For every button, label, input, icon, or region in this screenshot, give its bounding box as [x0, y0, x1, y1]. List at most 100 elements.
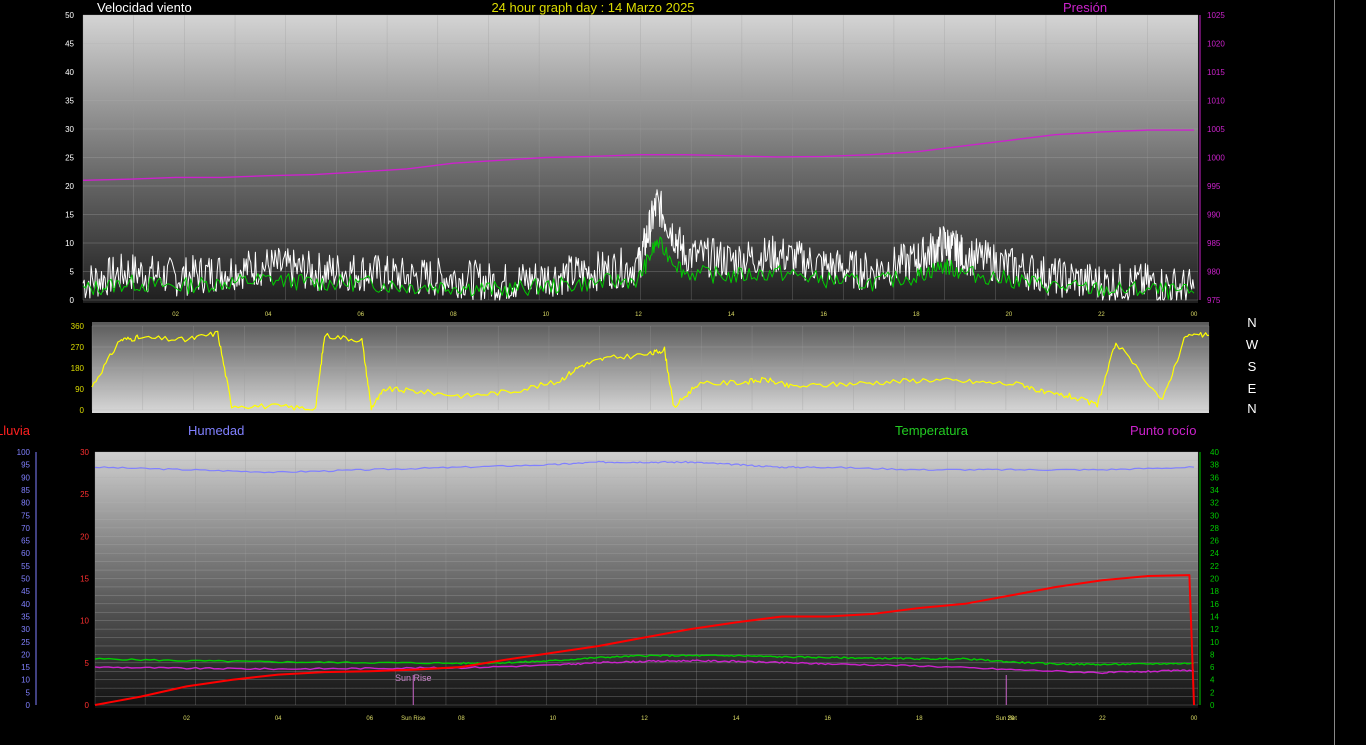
wind-direction-tick: 360: [71, 322, 85, 331]
dewpoint-label: Punto rocío: [1130, 423, 1197, 438]
x-tick: 22: [1099, 716, 1106, 722]
temperature-tick: 28: [1210, 524, 1219, 533]
wind-direction-tick: 0: [80, 406, 85, 415]
x-tick: 10: [550, 716, 557, 722]
x-tick: 14: [728, 312, 735, 318]
pressure-tick: 980: [1207, 268, 1221, 277]
x-tick: 22: [1098, 312, 1105, 318]
wind-speed-tick: 20: [65, 182, 74, 191]
wind-speed-tick: 40: [65, 68, 74, 77]
x-tick: 08: [450, 312, 457, 318]
sunrise-axis-label: Sun Rise: [401, 716, 426, 722]
humidity-tick: 65: [21, 537, 30, 546]
rain-tick: 20: [80, 532, 89, 541]
humidity-tick: 90: [21, 473, 30, 482]
x-tick: 00: [1191, 312, 1198, 318]
wind-direction-axis: 0 90 180 270 360: [71, 322, 85, 415]
temperature-tick: 36: [1210, 473, 1219, 482]
rain-tick: 5: [85, 659, 90, 668]
rain-tick: 25: [80, 490, 89, 499]
compass-label-s: S: [1248, 359, 1257, 374]
wind-speed-tick: 15: [65, 211, 74, 220]
pressure-tick: 1025: [1207, 11, 1225, 20]
compass-label-e: E: [1248, 381, 1257, 396]
humidity-tick: 60: [21, 549, 30, 558]
x-tick: 18: [916, 716, 923, 722]
humidity-tick: 10: [21, 676, 30, 685]
wind-speed-tick: 30: [65, 125, 74, 134]
rain-tick: 30: [80, 448, 89, 457]
wind-direction-tick: 180: [71, 364, 85, 373]
temperature-tick: 22: [1210, 562, 1219, 571]
x-tick: 00: [1191, 716, 1198, 722]
temperature-tick: 30: [1210, 511, 1219, 520]
pressure-label: Presión: [1063, 0, 1107, 15]
temperature-tick: 32: [1210, 499, 1219, 508]
wind-speed-tick: 10: [65, 239, 74, 248]
humidity-tick: 45: [21, 587, 30, 596]
temperature-tick: 16: [1210, 600, 1219, 609]
humidity-tick: 80: [21, 499, 30, 508]
temperature-tick: 34: [1210, 486, 1219, 495]
temperature-tick: 26: [1210, 537, 1219, 546]
temperature-tick: 8: [1210, 650, 1215, 659]
compass-labels: N W S E N: [1246, 315, 1259, 416]
x-tick: 10: [543, 312, 550, 318]
temperature-tick: 10: [1210, 638, 1219, 647]
x-tick: 08: [458, 716, 465, 722]
pressure-tick: 1000: [1207, 154, 1225, 163]
rain-tick: 0: [85, 701, 90, 710]
x-tick: 06: [357, 312, 364, 318]
humidity-tick: 20: [21, 650, 30, 659]
pressure-tick: 1020: [1207, 40, 1225, 49]
sunrise-label: Sun Rise: [395, 673, 432, 683]
x-tick: 16: [820, 312, 827, 318]
graph-title: 24 hour graph day : 14 Marzo 2025: [491, 0, 694, 15]
wind-speed-tick: 25: [65, 154, 74, 163]
x-tick: 02: [172, 312, 179, 318]
rain-tick: 15: [80, 575, 89, 584]
pressure-tick: 995: [1207, 182, 1221, 191]
wind-speed-tick: 35: [65, 97, 74, 106]
x-tick: 20: [1005, 312, 1012, 318]
compass-label-n-top: N: [1247, 315, 1256, 330]
rain-label: Lluvia: [0, 423, 31, 438]
x-tick: 04: [275, 716, 282, 722]
rain-tick: 10: [80, 617, 89, 626]
pressure-tick: 1015: [1207, 68, 1225, 77]
x-tick: 02: [183, 716, 190, 722]
temperature-tick: 38: [1210, 461, 1219, 470]
temperature-tick: 12: [1210, 625, 1219, 634]
pressure-tick: 975: [1207, 296, 1221, 305]
humidity-tick: 55: [21, 562, 30, 571]
humidity-tick: 25: [21, 638, 30, 647]
humidity-tick: 85: [21, 486, 30, 495]
pressure-tick: 1010: [1207, 97, 1225, 106]
temperature-label: Temperatura: [895, 423, 969, 438]
wind-speed-tick: 45: [65, 40, 74, 49]
wind-direction-tick: 270: [71, 343, 85, 352]
x-tick: 16: [824, 716, 831, 722]
pressure-tick: 1005: [1207, 125, 1225, 134]
humidity-tick: 0: [26, 701, 31, 710]
x-tick: 18: [913, 312, 920, 318]
temperature-tick: 2: [1210, 688, 1215, 697]
compass-label-w: W: [1246, 337, 1259, 352]
temperature-tick: 24: [1210, 549, 1219, 558]
pressure-tick: 985: [1207, 239, 1221, 248]
humidity-label: Humedad: [188, 423, 244, 438]
x-tick: 06: [366, 716, 373, 722]
humidity-tick: 35: [21, 612, 30, 621]
temp-humidity-panel: 0510152025303540455055606570758085909510…: [17, 448, 1220, 722]
humidity-tick: 70: [21, 524, 30, 533]
temperature-axis: 0246810121416182022242628303234363840: [1199, 448, 1219, 710]
wind-speed-tick: 50: [65, 11, 74, 20]
x-tick: 14: [733, 716, 740, 722]
temp-humidity-x-axis: 02 04 06 08 10 12 14 16 18 20 22 00: [183, 716, 1198, 722]
x-tick: 04: [265, 312, 272, 318]
rain-axis: 0 5 10 15 20 25 30: [80, 448, 89, 710]
temperature-tick: 0: [1210, 701, 1215, 710]
right-edge-line: [1334, 0, 1335, 745]
humidity-tick: 40: [21, 600, 30, 609]
pressure-axis: 975 980 985 990 995 1000 1005 1010 1015 1020 1025: [1199, 11, 1225, 305]
